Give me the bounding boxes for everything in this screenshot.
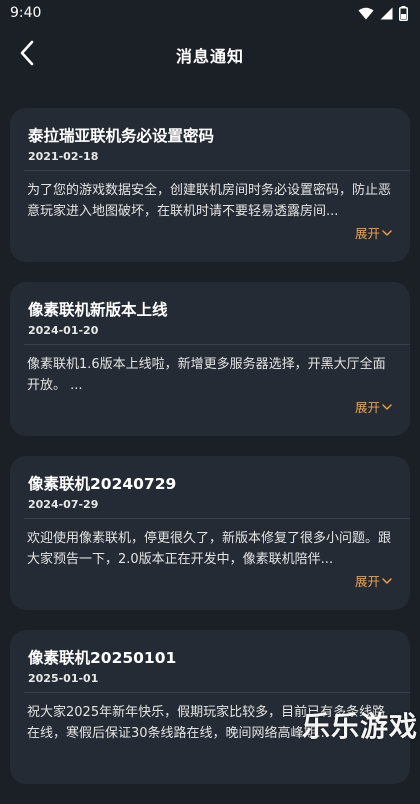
notification-date: 2021-02-18 bbox=[28, 150, 99, 163]
chevron-down-icon bbox=[382, 399, 392, 414]
notification-title: 像素联机新版本上线 bbox=[28, 301, 168, 319]
expand-button[interactable]: 展开 bbox=[355, 397, 392, 416]
notification-card[interactable]: 像素联机20240729 2024-07-29 欢迎使用像素联机，停更很久了，新… bbox=[10, 456, 410, 610]
expand-button[interactable]: 展开 bbox=[355, 223, 392, 242]
watermark-logo: 乐乐游戏 bbox=[301, 710, 418, 743]
chevron-down-icon bbox=[382, 225, 392, 240]
notification-title: 泰拉瑞亚联机务必设置密码 bbox=[28, 127, 215, 145]
notification-title: 像素联机20240729 bbox=[28, 475, 177, 493]
expand-button[interactable]: 展开 bbox=[355, 571, 392, 590]
expand-label: 展开 bbox=[354, 574, 380, 589]
status-time: 9:40 bbox=[10, 5, 42, 21]
divider bbox=[24, 692, 410, 693]
chevron-down-icon bbox=[382, 573, 392, 588]
divider bbox=[24, 518, 410, 519]
notification-list: 泰拉瑞亚联机务必设置密码 2021-02-18 为了您的游戏数据安全，创建联机房… bbox=[10, 108, 410, 804]
expand-label: 展开 bbox=[354, 400, 380, 415]
signal-icon bbox=[380, 7, 393, 20]
expand-label: 展开 bbox=[354, 226, 380, 241]
status-bar: 9:40 bbox=[0, 0, 420, 26]
status-icons bbox=[358, 5, 408, 21]
notification-title: 像素联机20250101 bbox=[28, 649, 177, 667]
page-title: 消息通知 bbox=[175, 47, 244, 66]
notification-body: 像素联机1.6版本上线啦，新增更多服务器选择，开黑大厅全面开放。 ... bbox=[27, 357, 386, 393]
notification-date: 2025-01-01 bbox=[28, 672, 99, 685]
notification-body: 欢迎使用像素联机，停更很久了，新版本修复了很多小问题。跟大家预告一下，2.0版本… bbox=[27, 531, 392, 567]
notification-date: 2024-07-29 bbox=[28, 498, 99, 511]
wifi-icon bbox=[358, 7, 374, 20]
notification-body: 为了您的游戏数据安全，创建联机房间时务必设置密码，防止恶意玩家进入地图破坏，在联… bbox=[27, 183, 392, 219]
notification-card[interactable]: 像素联机新版本上线 2024-01-20 像素联机1.6版本上线啦，新增更多服务… bbox=[10, 282, 410, 436]
divider bbox=[24, 170, 410, 171]
battery-icon bbox=[399, 5, 408, 21]
header: 消息通知 bbox=[0, 26, 420, 84]
notification-card[interactable]: 泰拉瑞亚联机务必设置密码 2021-02-18 为了您的游戏数据安全，创建联机房… bbox=[10, 108, 410, 262]
notification-date: 2024-01-20 bbox=[28, 324, 99, 337]
divider bbox=[24, 344, 410, 345]
